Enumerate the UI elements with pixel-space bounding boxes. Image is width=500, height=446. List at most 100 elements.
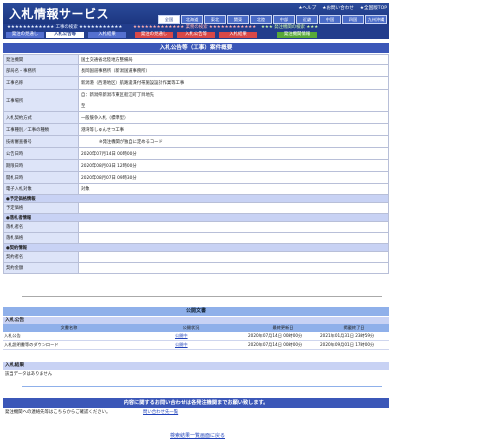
table-row: 入札契約方式 一般競争入札（標準型） [3, 111, 389, 124]
row-label: 落札価格 [3, 232, 79, 244]
table-row: 落札者名 [3, 221, 389, 233]
section-row: ●落札者情報 [3, 213, 389, 222]
region-tab-hokkaido[interactable]: 北海道 [181, 15, 203, 24]
docs-table: 文書名称 公開状況 最終更新日 掲載終了日 入札公告 公開中 2020年07月1… [3, 324, 389, 350]
row-label: 入札契約方式 [3, 111, 79, 124]
header-links: ★ヘルプ ★お問い合わせ ★全国版TOP [298, 5, 387, 11]
row-label: 電子入札対象 [3, 183, 79, 195]
section-row: ●契約情報 [3, 243, 389, 252]
region-tab-tohoku[interactable]: 東北 [204, 15, 226, 24]
table-row: 入札説明書等のダウンロード 公開中 2020年07月14日 00時00分 202… [3, 340, 389, 350]
table-row: 予定価格 [3, 202, 389, 214]
tab-services-results[interactable]: 入札結果 [219, 32, 257, 38]
doc-status-link[interactable]: 公開中 [175, 342, 188, 347]
no-data-text: 該当データはありません [5, 372, 53, 377]
region-tab-kinki[interactable]: 近畿 [296, 15, 318, 24]
tab-construction-outlook[interactable]: 発注の見通し [6, 32, 44, 38]
doc-end: 2021年01月31日 23時59分 [319, 332, 389, 341]
row-label: 開札日時 [3, 171, 79, 184]
row-label: 予定価格 [3, 202, 79, 214]
table-row: 入札公告 公開中 2020年07月14日 00時00分 2021年01月31日 … [3, 332, 389, 341]
row-value [78, 262, 389, 274]
contact-row: 発注機関への連絡先等はこちらからご確認ください。 問い合わせ先一覧 [3, 409, 389, 417]
table-row: 期限日時 2020年08月03日 12時00分 [3, 159, 389, 172]
tab-construction-notices[interactable]: 入札公告等 [46, 32, 84, 38]
row-value: 2020年07月14日 00時00分 [78, 147, 389, 160]
row-label: 工事種別／工事の種類 [3, 123, 79, 136]
row-value: 国土交通省北陸地方整備局 [78, 54, 389, 65]
tab-construction-results[interactable]: 入札結果 [88, 32, 126, 38]
tab-services-notices[interactable]: 入札公告等 [177, 32, 215, 38]
row-value: 自：新潟県新潟市東区船江町丁目地先至 [78, 89, 389, 112]
table-row: 部局名・事務所 長岡国道事務所（新潟国道事務所） [3, 64, 389, 77]
col-updated: 最終更新日 [247, 324, 319, 332]
table-row: 発注機関 国土交通省北陸地方整備局 [3, 54, 389, 65]
doc-updated: 2020年07月14日 00時00分 [247, 340, 319, 350]
region-tab-shikoku[interactable]: 四国 [342, 15, 364, 24]
search-tabs: 発注の見通し 入札公告等 入札結果 発注の見通し 入札公告等 入札結果 発注機関… [3, 31, 389, 39]
summary-table: 発注機関 国土交通省北陸地方整備局 部局名・事務所 長岡国道事務所（新潟国道事務所）… [3, 54, 389, 274]
construction-search-label: ★★★★★★★★★★★★ 工事の検索 ★★★★★★★★★★★ [7, 25, 123, 30]
row-label: 公告日時 [3, 147, 79, 160]
contact-title: 内容に関するお問い合わせは各発注機関までお願い致します。 [3, 398, 389, 408]
back-to-results-link[interactable]: 検索結果一覧画面に戻る [170, 432, 225, 439]
row-value: 2020年08月07日 09時30分 [78, 171, 389, 184]
doc-status-link[interactable]: 公開中 [175, 333, 188, 338]
org-search-label: ★★★ 発注機関の検索 ★★★ [261, 25, 319, 30]
row-value: ※発注機関が独自に定めるコード [78, 135, 389, 148]
bid-result-subhead: 入札結果 [3, 362, 389, 370]
row-value: 対象 [78, 183, 389, 195]
table-row: 契約者名 [3, 251, 389, 263]
national-top-link[interactable]: ★全国版TOP [360, 5, 387, 11]
row-label: 契約金額 [3, 262, 79, 274]
row-value: 長岡国道事務所（新潟国道事務所） [78, 64, 389, 77]
region-tab-chubu[interactable]: 中部 [273, 15, 295, 24]
region-tab-hokuriku[interactable]: 北陸 [250, 15, 272, 24]
row-value: 新潟港（西港地区）航路浚渫付帯施設設計作業等工事 [78, 76, 389, 90]
search-category-bar: ★★★★★★★★★★★★ 工事の検索 ★★★★★★★★★★★ ★★★★★★★★★… [3, 24, 389, 31]
public-docs-title: 公開文書 [3, 307, 389, 316]
table-row: 開札日時 2020年08月07日 09時30分 [3, 171, 389, 184]
doc-name: 入札公告 [3, 332, 135, 341]
region-tab-kanto[interactable]: 関東 [227, 15, 249, 24]
divider [22, 296, 382, 297]
region-tabs: 全国 北海道 東北 関東 北陸 中部 近畿 中国 四国 九州沖縄 [158, 15, 387, 24]
table-row: 工事場所 自：新潟県新潟市東区船江町丁目地先至 [3, 89, 389, 112]
help-link[interactable]: ★ヘルプ [298, 5, 316, 11]
tab-services-outlook[interactable]: 発注の見通し [135, 32, 173, 38]
place-from: 自：新潟県新潟市東区船江町丁目地先 [81, 93, 155, 98]
row-label: 落札者名 [3, 221, 79, 233]
divider [22, 386, 382, 387]
table-row: 公告日時 2020年07月14日 00時00分 [3, 147, 389, 160]
row-label: 発注機関 [3, 54, 79, 65]
section-heading: ●契約情報 [3, 243, 389, 252]
contact-list-link[interactable]: 問い合わせ先一覧 [143, 409, 178, 417]
section-heading: ●予定価格情報 [3, 194, 389, 203]
site-header: 入札情報サービス ★ヘルプ ★お問い合わせ ★全国版TOP 全国 北海道 東北 … [3, 3, 389, 24]
row-value: 2020年08月03日 12時00分 [78, 159, 389, 172]
col-status: 公開状況 [135, 324, 247, 332]
row-label: 技術審査番号 [3, 135, 79, 148]
docs-header-row: 文書名称 公開状況 最終更新日 掲載終了日 [3, 324, 389, 332]
contact-link[interactable]: ★お問い合わせ [322, 5, 354, 11]
row-label: 期限日時 [3, 159, 79, 172]
row-value: 一般競争入札（標準型） [78, 111, 389, 124]
site-logo[interactable]: 入札情報サービス [9, 5, 109, 22]
place-to: 至 [81, 104, 86, 109]
section-row: ●予定価格情報 [3, 194, 389, 203]
region-tab-kyushu[interactable]: 九州沖縄 [365, 15, 387, 24]
region-tab-chugoku[interactable]: 中国 [319, 15, 341, 24]
doc-end: 2020年09月01日 17時00分 [319, 340, 389, 350]
table-row: 落札価格 [3, 232, 389, 244]
services-search-label: ★★★★★★★★★★★★★ 業務の検索 ★★★★★★★★★★★★ [133, 25, 257, 30]
tab-org-info[interactable]: 発注機関情報 [277, 32, 317, 38]
region-tab-zenkoku[interactable]: 全国 [158, 15, 180, 24]
section-heading: ●落札者情報 [3, 213, 389, 222]
col-doc-name: 文書名称 [3, 324, 135, 332]
table-row: 電子入札対象 対象 [3, 183, 389, 195]
table-row: 技術審査番号 ※発注機関が独自に定めるコード [3, 135, 389, 148]
row-value [78, 221, 389, 233]
row-label: 工事名称 [3, 76, 79, 90]
row-value [78, 202, 389, 214]
table-row: 工事種別／工事の種類 港湾等しゅんせつ工事 [3, 123, 389, 136]
